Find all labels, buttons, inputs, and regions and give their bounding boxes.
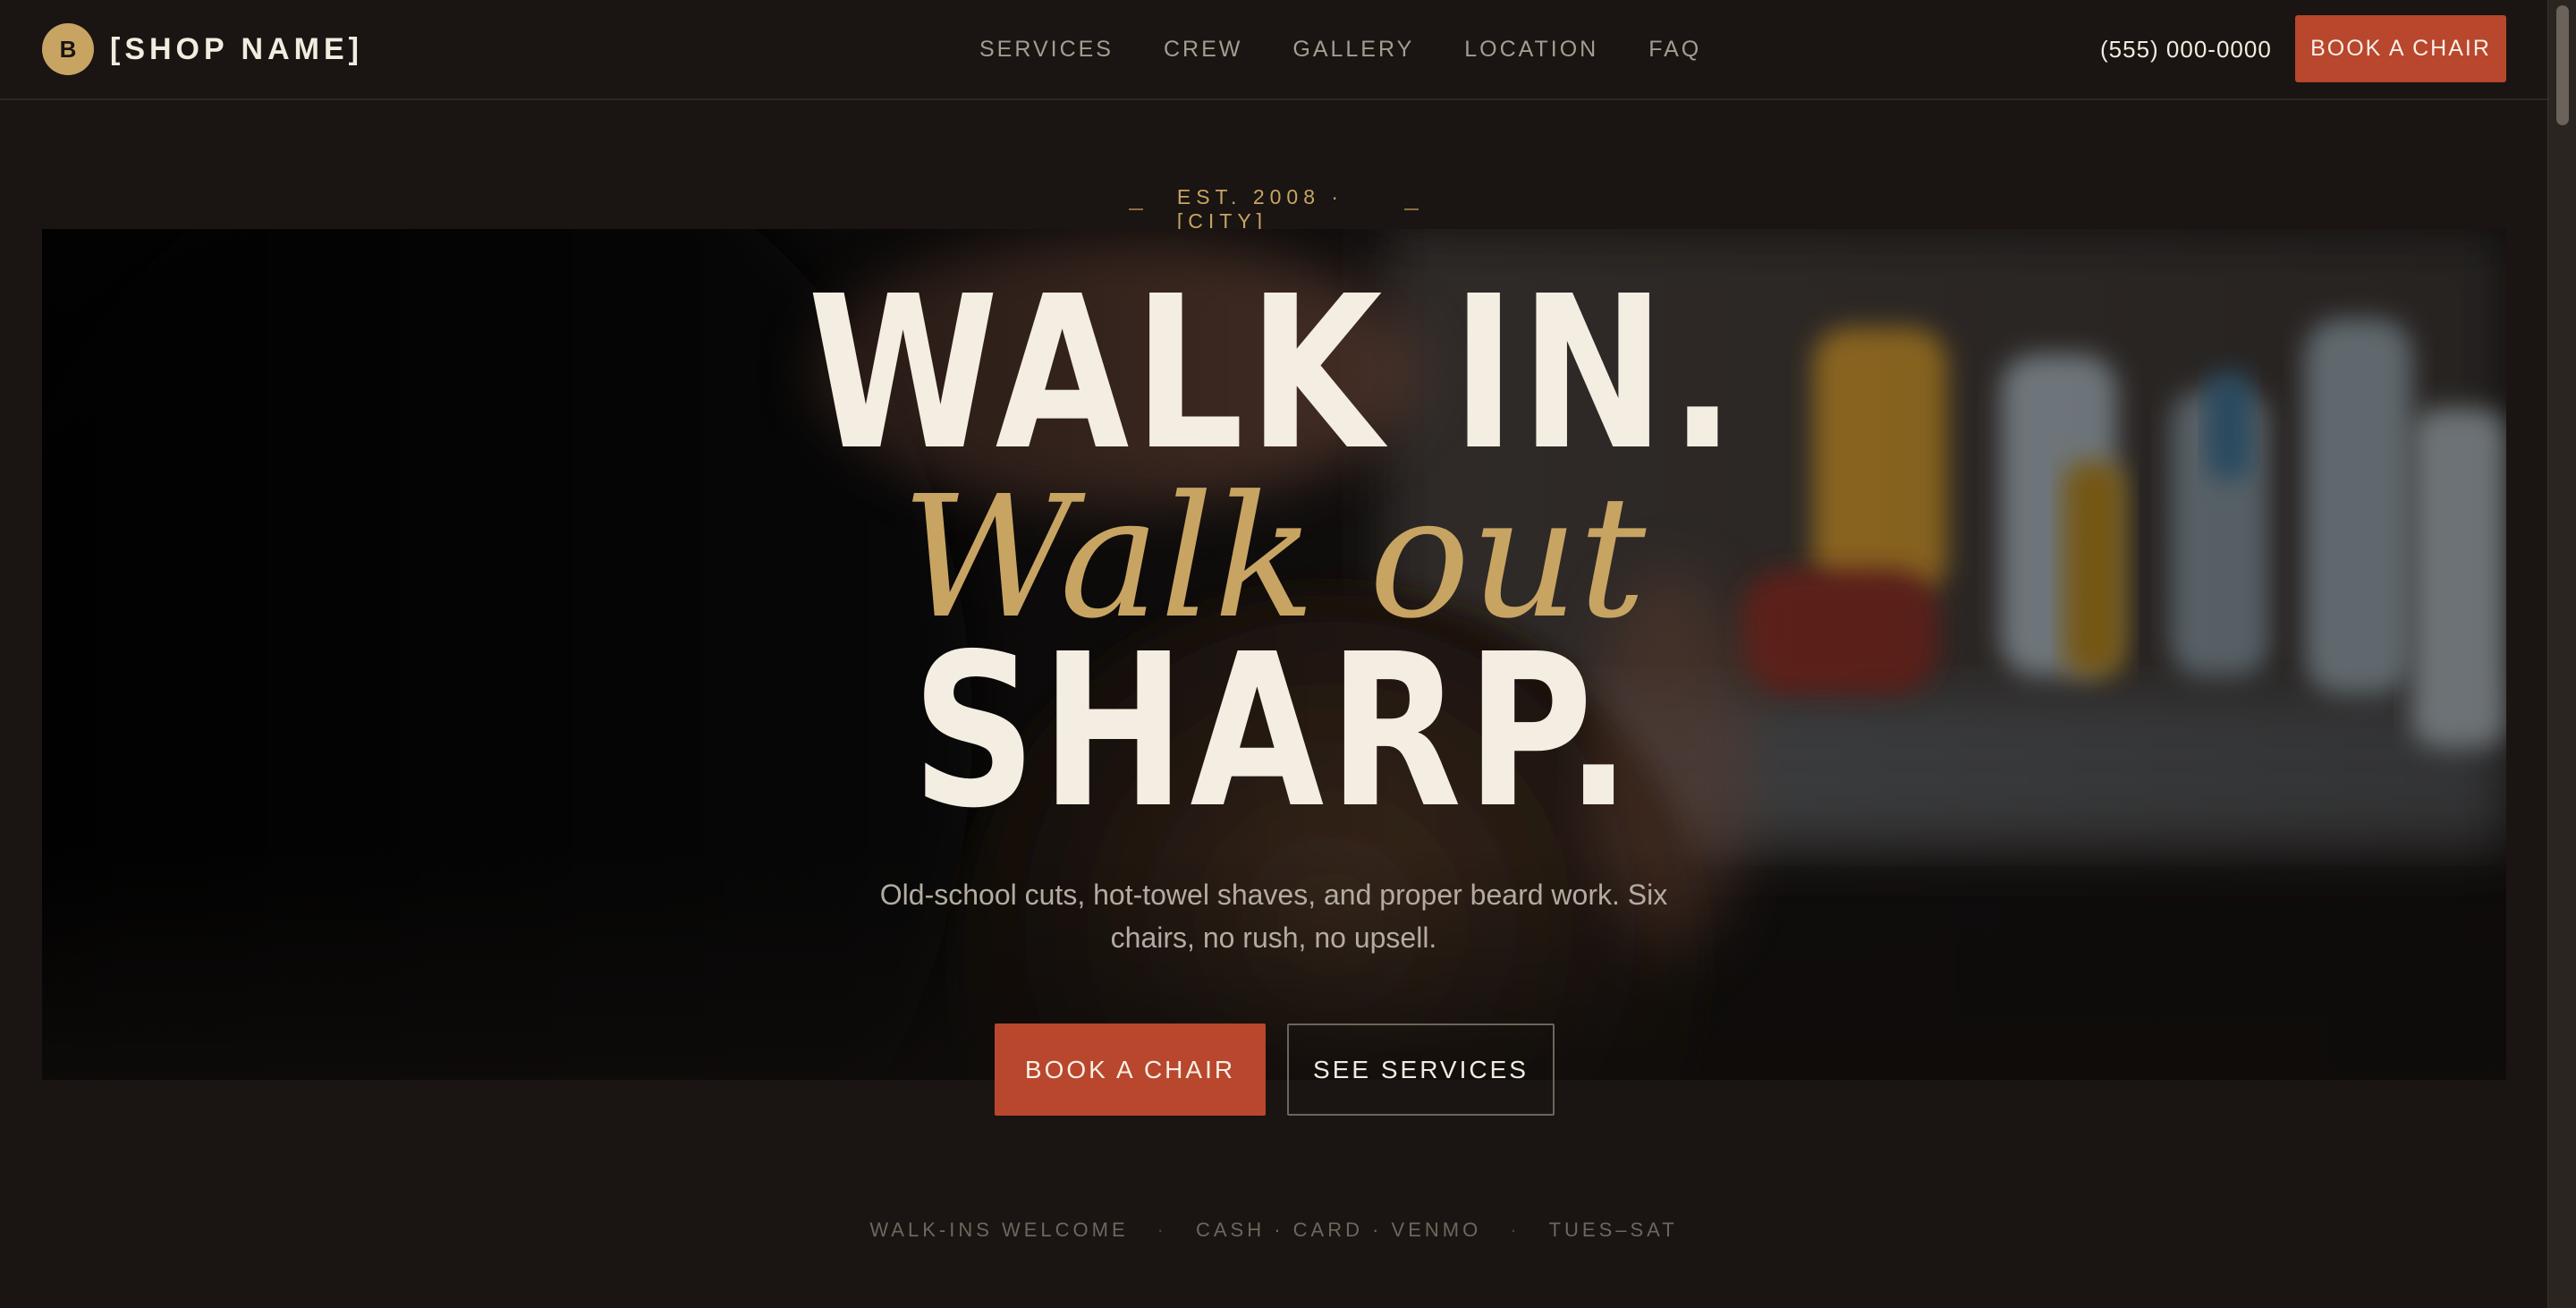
info-strip: WALK-INS WELCOME · CASH · CARD · VENMO ·… — [0, 1219, 2547, 1242]
hero-heading-line1: WALK IN. — [807, 251, 1741, 497]
hero-heading-line3: SHARP. — [911, 608, 1636, 854]
info-item-hours: TUES–SAT — [1548, 1219, 1678, 1241]
see-services-button[interactable]: SEE SERVICES — [1287, 1023, 1555, 1116]
page: B [SHOP NAME] SERVICES CREW GALLERY LOCA… — [0, 0, 2547, 1308]
scrollbar-thumb[interactable] — [2556, 5, 2569, 125]
est-text: EST. 2008 · [CITY] — [1176, 185, 1344, 233]
book-chair-button[interactable]: BOOK A CHAIR — [995, 1023, 1266, 1116]
nav-link-services[interactable]: SERVICES — [979, 32, 1114, 66]
logo-badge-icon[interactable]: B — [42, 23, 94, 75]
nav-link-location[interactable]: LOCATION — [1464, 32, 1598, 66]
info-separator: · — [1510, 1219, 1521, 1241]
info-item-walkins: WALK-INS WELCOME — [869, 1219, 1129, 1241]
nav-links: SERVICES CREW GALLERY LOCATION FAQ — [979, 32, 1751, 66]
hero-eyebrow: EST. 2008 · [CITY] — [1095, 185, 1453, 233]
top-nav: B [SHOP NAME] SERVICES CREW GALLERY LOCA… — [0, 0, 2547, 100]
hero-subtitle: Old-school cuts, hot-towel shaves, and p… — [879, 879, 1668, 954]
divider-left — [1129, 208, 1143, 210]
nav-book-button[interactable]: BOOK A CHAIR — [2295, 15, 2506, 82]
nav-link-crew[interactable]: CREW — [1164, 32, 1242, 66]
phone-link[interactable]: (555) 000-0000 — [2100, 32, 2272, 66]
nav-link-gallery[interactable]: GALLERY — [1292, 32, 1414, 66]
info-item-payment: CASH · CARD · VENMO — [1196, 1219, 1482, 1241]
info-separator: · — [1157, 1219, 1167, 1241]
shop-name[interactable]: [SHOP NAME] — [110, 29, 363, 70]
divider-right — [1404, 208, 1419, 210]
nav-link-faq[interactable]: FAQ — [1648, 32, 1701, 66]
page-scrollbar[interactable] — [2547, 0, 2576, 1308]
